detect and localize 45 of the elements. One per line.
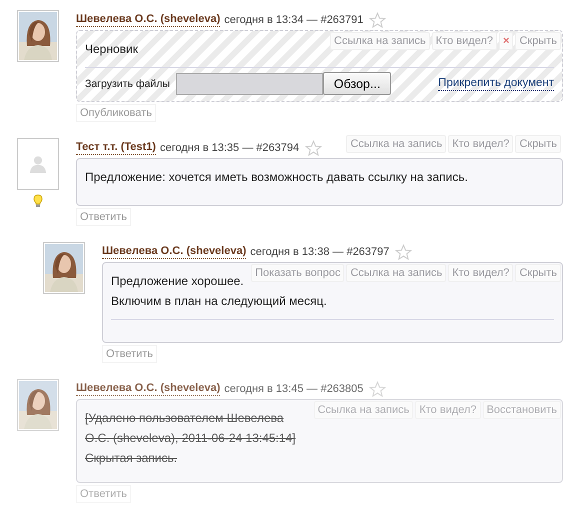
star-icon[interactable] — [305, 140, 322, 156]
close-button[interactable]: × — [499, 32, 514, 50]
reply-button[interactable]: Ответить — [76, 485, 132, 503]
action-button[interactable]: Скрыть — [515, 264, 561, 282]
reply-button[interactable]: Ответить — [76, 208, 132, 226]
action-button[interactable]: Ссылка на запись — [314, 401, 414, 419]
action-button[interactable]: Скрыть — [515, 32, 561, 50]
upload-label: Загрузить файлы — [85, 78, 170, 90]
avatar[interactable] — [16, 10, 58, 62]
action-button[interactable]: Ссылка на запись — [346, 264, 446, 282]
action-button[interactable]: Ссылка на запись — [346, 135, 446, 153]
author-link[interactable]: Тест т.т. (Test1) — [76, 141, 156, 155]
action-button[interactable]: Показать вопрос — [251, 264, 344, 282]
user-icon — [28, 155, 46, 173]
action-button[interactable]: Кто видел? — [448, 135, 514, 153]
action-button[interactable]: Скрыть — [515, 135, 561, 153]
author-link[interactable]: Шевелева О.С. (sheveleva) — [76, 13, 220, 27]
message-text: Включим в план на следующий месяц. — [111, 293, 327, 310]
reply-button[interactable]: Ответить — [102, 345, 158, 363]
action-button[interactable]: Восстановить — [482, 401, 561, 419]
post-meta: сегодня в 13:35 — #263794 — [160, 142, 300, 154]
post-meta: сегодня в 13:34 — #263791 — [224, 14, 364, 26]
publish-button[interactable]: Опубликовать — [76, 104, 156, 122]
file-field[interactable] — [176, 72, 323, 94]
message-text: О.С. (sheveleva), 2011-06-24 13:45:14] — [85, 430, 296, 447]
message-text: Предложение: хочется иметь возможность давать ссылку на запись. — [85, 169, 468, 186]
post-meta: сегодня в 13:38 — #263797 — [250, 246, 390, 258]
post-meta: сегодня в 13:45 — #263805 — [224, 383, 364, 395]
avatar[interactable] — [42, 242, 84, 294]
action-button[interactable]: Кто видел? — [432, 32, 497, 50]
star-icon[interactable] — [395, 244, 412, 260]
attach-link[interactable]: Прикрепить документ — [438, 76, 554, 90]
action-button[interactable]: Кто видел? — [448, 264, 514, 282]
message-text: Черновик — [85, 41, 138, 58]
action-button[interactable]: Ссылка на запись — [330, 32, 430, 50]
action-button[interactable]: Кто видел? — [415, 401, 481, 419]
star-icon[interactable] — [369, 380, 386, 398]
avatar[interactable] — [16, 379, 58, 431]
message-text: Скрытая запись. — [85, 450, 178, 467]
browse-button[interactable]: Обзор... — [322, 72, 392, 95]
message-text: Предложение хорошее. — [111, 273, 244, 290]
author-link[interactable]: Шевелева О.С. (sheveleva) — [102, 245, 246, 259]
star-icon[interactable] — [369, 12, 386, 28]
author-link[interactable]: Шевелева О.С. (sheveleva) — [76, 382, 220, 396]
message-text: [Удалено пользователем Шевелева — [85, 410, 284, 427]
